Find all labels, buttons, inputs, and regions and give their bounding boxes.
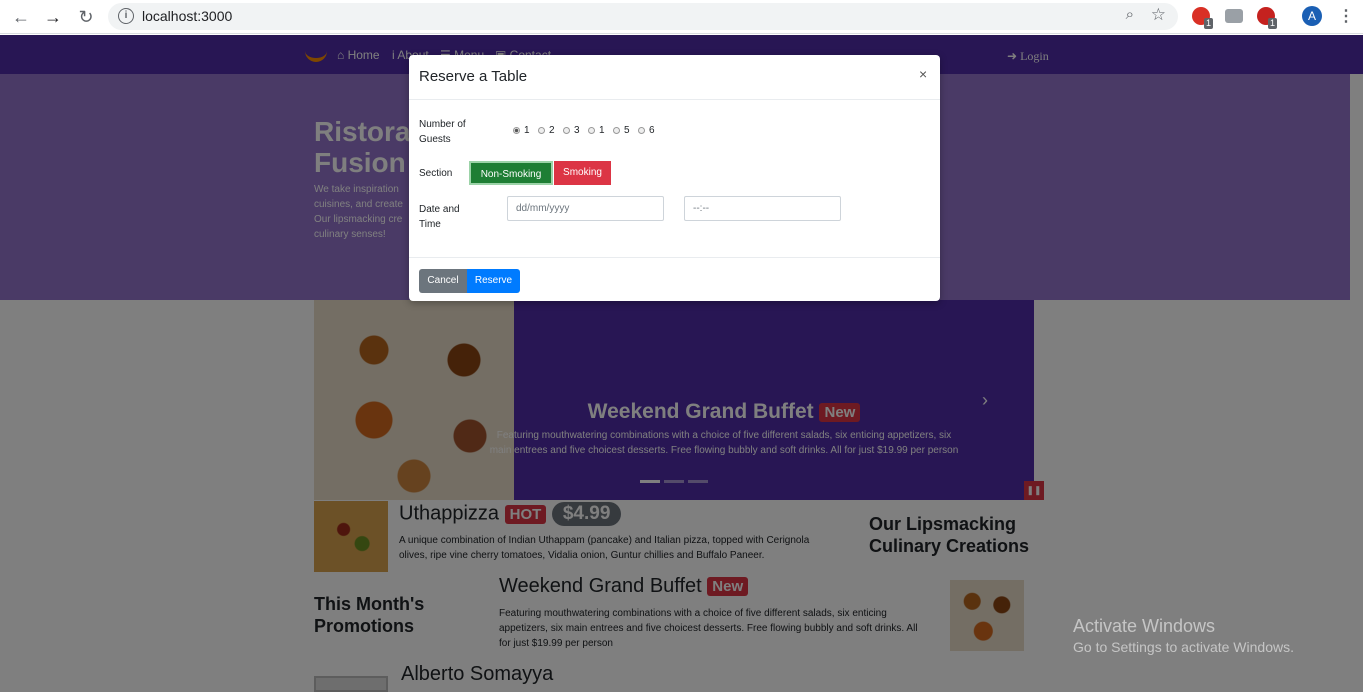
watermark-line2: Go to Settings to activate Windows. <box>1073 639 1294 655</box>
guest-radio-4[interactable]: 1 <box>588 125 605 136</box>
adblock-badge: 1 <box>1268 18 1278 29</box>
watermark-line1: Activate Windows <box>1073 616 1216 636</box>
radio-icon[interactable] <box>563 126 570 134</box>
guest-radio-1[interactable]: 1 <box>513 125 530 136</box>
windows-activation-watermark: Activate Windows Go to Settings to activ… <box>1073 616 1294 655</box>
guests-label-line2: Guests <box>419 134 451 145</box>
guest-radio-5[interactable]: 5 <box>613 125 630 136</box>
guest-option-label: 3 <box>574 125 580 136</box>
datetime-label-line1: Date and <box>419 204 460 215</box>
section-label: Section <box>419 168 453 179</box>
guest-option-label: 5 <box>624 125 630 136</box>
datetime-label: Date and Time <box>419 202 460 232</box>
radio-icon[interactable] <box>538 126 545 134</box>
reserve-table-modal: Reserve a Table × Number of Guests 1 2 3 … <box>409 55 940 301</box>
url-text[interactable]: localhost:3000 <box>142 8 232 24</box>
modal-header: Reserve a Table × <box>409 55 940 100</box>
guests-label-line1: Number of <box>419 119 466 130</box>
camera-icon[interactable] <box>1225 9 1243 23</box>
close-icon[interactable]: × <box>919 66 927 82</box>
radio-icon[interactable] <box>513 126 520 134</box>
date-input[interactable]: dd/mm/yyyy <box>507 196 664 221</box>
guest-radio-6[interactable]: 6 <box>638 125 655 136</box>
guest-radio-2[interactable]: 2 <box>538 125 555 136</box>
cancel-button[interactable]: Cancel <box>419 269 467 293</box>
datetime-label-line2: Time <box>419 219 441 230</box>
guests-label: Number of Guests <box>419 117 466 147</box>
guest-option-label: 6 <box>649 125 655 136</box>
zoom-icon[interactable]: ⌕ <box>1126 6 1134 23</box>
radio-icon[interactable] <box>588 126 595 134</box>
profile-avatar[interactable]: A <box>1302 6 1322 26</box>
modal-footer: Cancel Reserve <box>409 257 940 301</box>
bookmark-star-icon[interactable]: ☆ <box>1151 5 1166 25</box>
forward-icon[interactable]: → <box>41 5 65 29</box>
browser-toolbar: ← → ↻ i localhost:3000 ⌕ ☆ 1 1 A ⋮ <box>0 0 1363 34</box>
guest-option-label: 1 <box>524 125 530 136</box>
radio-icon[interactable] <box>638 126 645 134</box>
reload-icon[interactable]: ↻ <box>74 5 98 29</box>
guest-option-label: 2 <box>549 125 555 136</box>
guest-option-label: 1 <box>599 125 605 136</box>
modal-title: Reserve a Table <box>419 68 528 85</box>
radio-icon[interactable] <box>613 126 620 134</box>
address-bar[interactable]: i localhost:3000 ⌕ ☆ <box>108 3 1178 30</box>
info-icon[interactable]: i <box>118 8 134 24</box>
guest-radio-3[interactable]: 3 <box>563 125 580 136</box>
reserve-button[interactable]: Reserve <box>467 269 520 293</box>
smoking-button[interactable]: Smoking <box>554 161 611 185</box>
extension-badge: 1 <box>1204 18 1214 29</box>
time-input[interactable]: --:-- <box>684 196 841 221</box>
menu-kebab-icon[interactable]: ⋮ <box>1338 6 1354 26</box>
back-icon[interactable]: ← <box>9 5 33 29</box>
non-smoking-button[interactable]: Non-Smoking <box>469 161 553 185</box>
